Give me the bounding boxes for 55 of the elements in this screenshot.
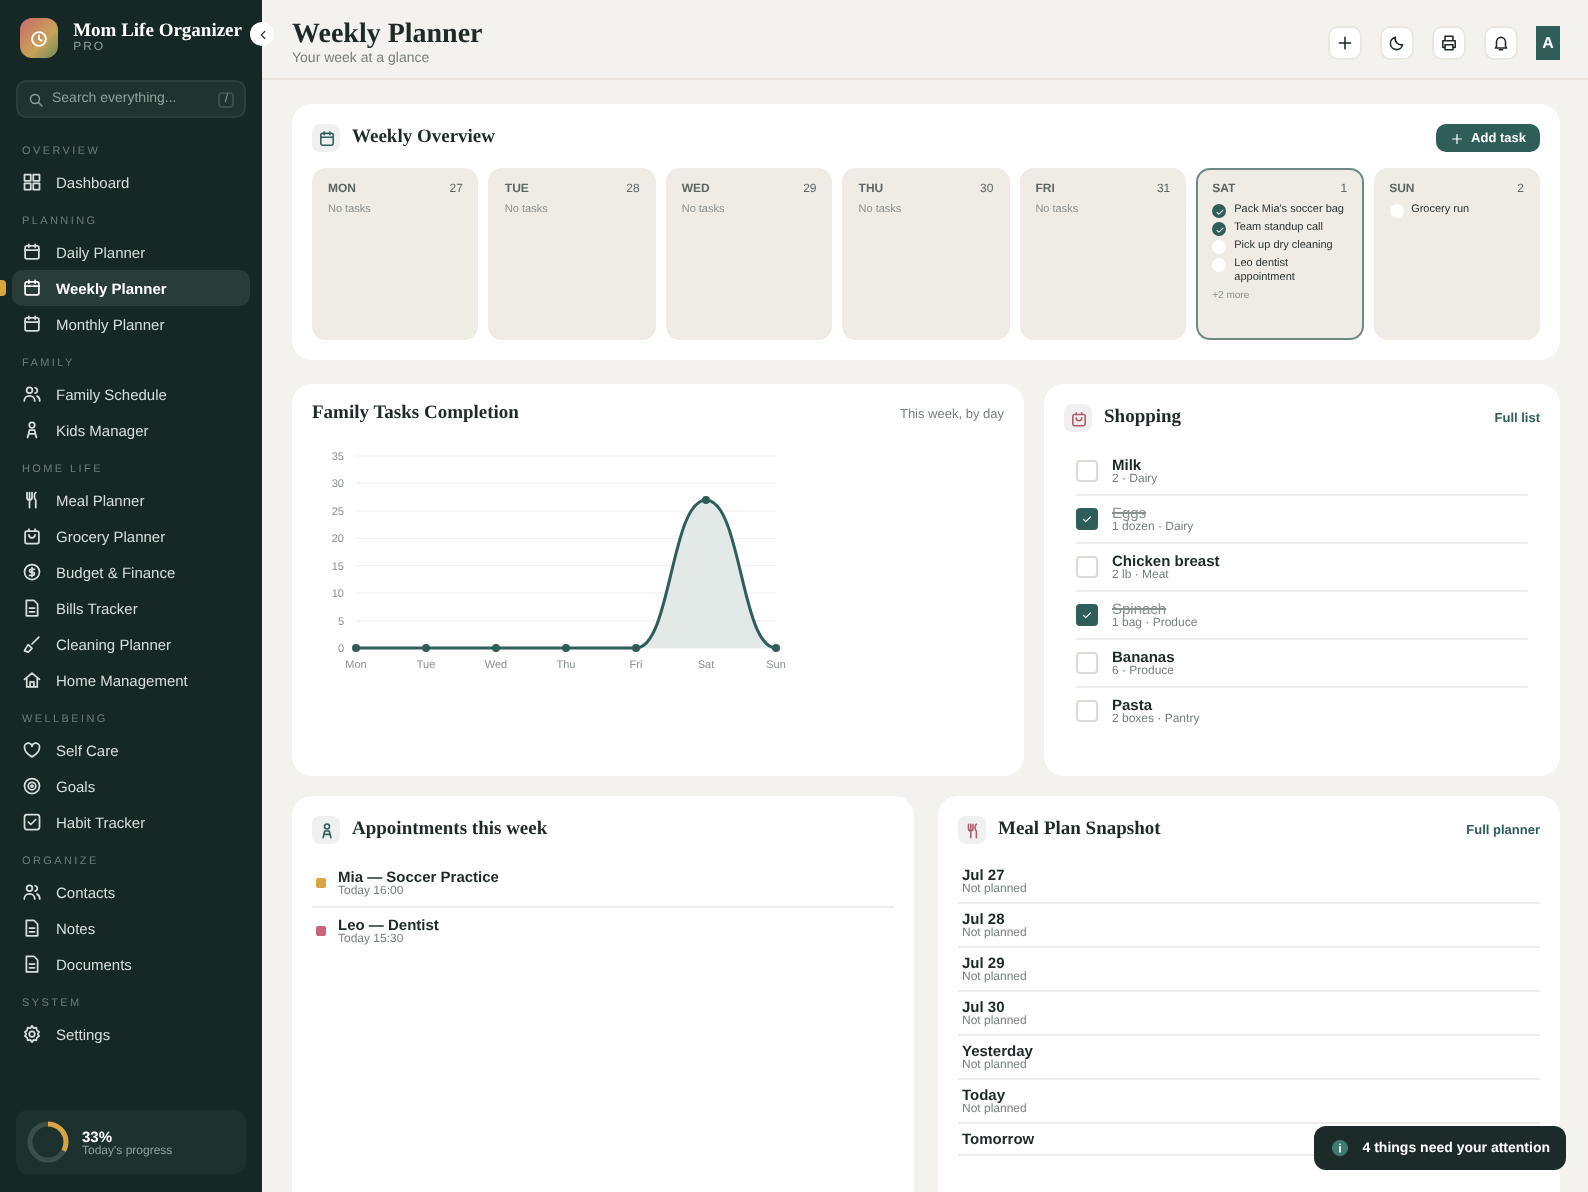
notifications-button[interactable] bbox=[1484, 25, 1518, 59]
task-checkbox[interactable] bbox=[1212, 222, 1227, 236]
people-icon bbox=[22, 882, 42, 902]
bell-icon bbox=[1492, 33, 1510, 51]
item-checkbox[interactable] bbox=[1076, 508, 1098, 530]
user-avatar[interactable]: A bbox=[1536, 25, 1560, 59]
document-icon bbox=[22, 918, 42, 938]
collapse-button[interactable] bbox=[250, 22, 274, 46]
moon-icon bbox=[1388, 33, 1406, 51]
calendar-icon bbox=[22, 242, 42, 262]
people-icon bbox=[22, 384, 42, 404]
info-icon bbox=[1330, 1138, 1351, 1158]
heart-icon bbox=[22, 740, 42, 760]
progress-ring bbox=[26, 1120, 70, 1164]
check-icon bbox=[1080, 608, 1094, 622]
bag-icon bbox=[22, 526, 42, 546]
plus-icon bbox=[1449, 131, 1464, 145]
task-checkbox[interactable] bbox=[1212, 240, 1227, 254]
add-button[interactable] bbox=[1328, 25, 1362, 59]
document-icon bbox=[22, 598, 42, 618]
person-icon bbox=[317, 821, 335, 839]
card-title: Appointments this week bbox=[352, 820, 550, 840]
coin-icon bbox=[22, 562, 42, 582]
bag-icon bbox=[1069, 409, 1087, 427]
calendar-icon bbox=[317, 129, 335, 147]
grid-icon bbox=[22, 172, 42, 192]
theme-button[interactable] bbox=[1380, 25, 1414, 59]
broom-icon bbox=[22, 634, 42, 654]
chevron-icon bbox=[255, 27, 269, 41]
print-button[interactable] bbox=[1432, 25, 1466, 59]
card-title: Meal Plan Snapshot bbox=[998, 820, 1163, 840]
plus-icon bbox=[1336, 33, 1354, 51]
clock-icon bbox=[27, 27, 50, 49]
card-title: Weekly Overview bbox=[352, 128, 497, 148]
home-icon bbox=[22, 670, 42, 690]
printer-icon bbox=[1440, 33, 1458, 51]
checkbox-icon bbox=[22, 812, 42, 832]
person-icon bbox=[22, 420, 42, 440]
task-checkbox[interactable] bbox=[1389, 204, 1404, 218]
target-icon bbox=[22, 776, 42, 796]
item-checkbox[interactable] bbox=[1076, 604, 1098, 626]
calendar-icon bbox=[22, 278, 42, 298]
app-name: Mom Life Organizer bbox=[73, 22, 242, 42]
page-title: Weekly Planner bbox=[292, 19, 483, 51]
task-checkbox[interactable] bbox=[1212, 204, 1227, 218]
card-title: Shopping bbox=[1104, 408, 1184, 428]
fork-knife-icon bbox=[22, 490, 42, 510]
check-icon bbox=[1080, 512, 1094, 526]
task-checkbox[interactable] bbox=[1212, 258, 1227, 272]
fork-knife-icon bbox=[963, 821, 981, 839]
search-icon bbox=[28, 91, 44, 107]
document-icon bbox=[22, 954, 42, 974]
calendar-icon bbox=[22, 314, 42, 334]
card-title: Family Tasks Completion bbox=[312, 404, 521, 424]
settings-icon bbox=[22, 1024, 42, 1044]
